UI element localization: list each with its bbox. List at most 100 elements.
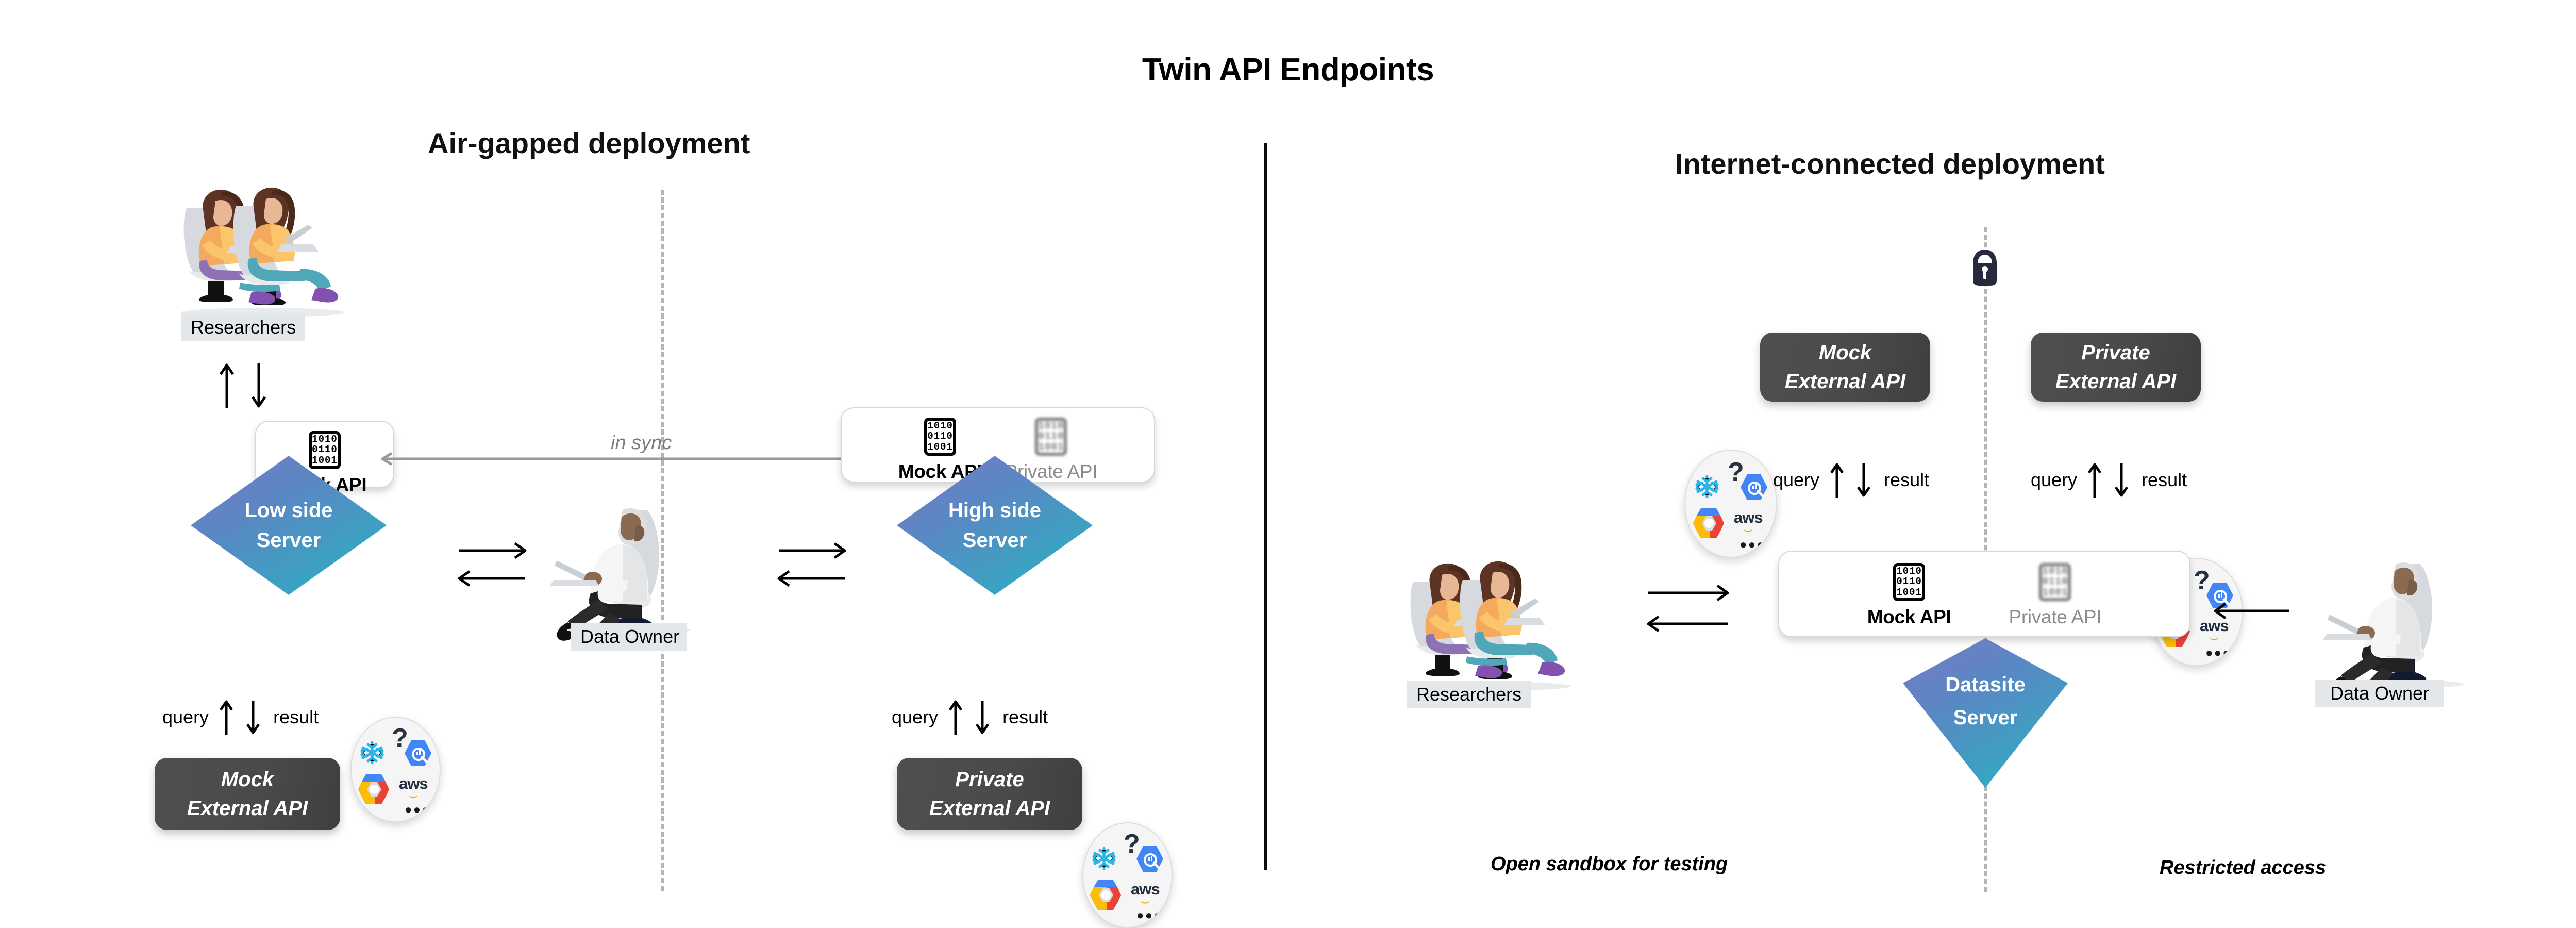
binary-row: 1010	[1896, 565, 1922, 577]
right-private-external-api-pill[interactable]: Private External API	[2031, 333, 2201, 402]
high-side-server-line1: High side	[948, 499, 1042, 522]
low-side-server-line1: Low side	[244, 499, 333, 522]
google-cloud-logo-icon	[1693, 508, 1724, 538]
right-data-owner-label: Data Owner	[2315, 680, 2444, 707]
binary-row: 1001	[2042, 586, 2068, 598]
query-result-arrows-icon	[1830, 463, 1871, 498]
binary-row: 1001	[927, 441, 953, 453]
ellipsis-icon: •••	[1137, 905, 1163, 926]
snowflake-logo-icon	[1092, 847, 1116, 870]
query-result-arrows-icon	[220, 700, 260, 735]
result-label: result	[1884, 469, 1930, 490]
ellipsis-icon: •••	[1740, 534, 1766, 555]
diagram-canvas: Twin API Endpoints Air-gapped deployment…	[0, 0, 2576, 928]
binary-row: 0110	[927, 430, 953, 442]
datasite-api-card[interactable]: 1010 0110 1001 Mock API 1010 0110 1001 P…	[1778, 551, 2190, 637]
aws-logo-icon: aws ⌣	[2200, 618, 2229, 644]
blurred-binary-code-icon: 1010 0110 1001	[2039, 563, 2071, 601]
lock-icon	[1970, 248, 2000, 289]
query-label: query	[1773, 469, 1820, 490]
binary-row: 1010	[927, 420, 953, 432]
right-mock-cloud-providers-circle: ? aws ⌣ •••	[1684, 450, 1777, 558]
query-result-arrows-icon	[949, 700, 990, 735]
binary-row: 1001	[1038, 441, 1064, 453]
right-private-query-result-row: query result	[2031, 461, 2187, 499]
datasite-server-line1: Datasite	[1945, 673, 2026, 696]
right-mock-external-api-pill[interactable]: Mock External API	[1760, 333, 1930, 402]
panel-divider	[1264, 143, 1267, 870]
binary-row: 1001	[1896, 586, 1922, 598]
left-outer-bidirectional-arrows	[776, 536, 848, 593]
page-title: Twin API Endpoints	[1142, 52, 1434, 88]
binary-row: 0110	[2042, 576, 2068, 588]
right-researchers-arrows	[1644, 577, 1732, 639]
binary-row: 1001	[312, 454, 338, 466]
left-inner-bidirectional-arrows	[456, 536, 528, 593]
private-external-api-line2: External API	[2055, 370, 2177, 393]
blurred-binary-code-icon: 1010 0110 1001	[1035, 418, 1067, 456]
left-data-owner-label: Data Owner	[571, 623, 687, 651]
left-private-external-api-pill[interactable]: Private External API	[897, 758, 1082, 830]
query-label: query	[162, 706, 209, 727]
binary-code-icon: 1010 0110 1001	[308, 431, 341, 469]
ellipsis-icon: •••	[2206, 642, 2232, 664]
binary-row: 1010	[2042, 565, 2068, 577]
left-section-title: Air-gapped deployment	[428, 127, 750, 159]
mock-external-api-line2: External API	[187, 797, 308, 820]
result-label: result	[2142, 469, 2187, 490]
query-label: query	[2031, 469, 2078, 490]
binary-row: 0110	[312, 444, 338, 456]
google-cloud-logo-icon	[1090, 880, 1121, 910]
result-label: result	[273, 706, 319, 727]
aws-logo-icon: aws ⌣	[1131, 881, 1160, 908]
query-result-arrows-icon	[2088, 463, 2129, 498]
snowflake-logo-icon	[360, 741, 384, 765]
low-side-server-line2: Server	[256, 529, 321, 552]
binary-code-icon: 1010 0110 1001	[1893, 563, 1926, 601]
left-private-query-result-row: query result	[892, 699, 1048, 736]
researchers-illustration	[181, 187, 344, 317]
left-mock-external-api-pill[interactable]: Mock External API	[155, 758, 340, 830]
datasite-mock-api-slot[interactable]: 1010 0110 1001 Mock API	[1838, 552, 1980, 636]
bigquery-logo-icon	[405, 740, 431, 766]
ellipsis-icon: •••	[405, 799, 431, 820]
result-label: result	[1002, 706, 1048, 727]
caption-open-sandbox: Open sandbox for testing	[1491, 853, 1728, 875]
right-section-title: Internet-connected deployment	[1675, 147, 2105, 180]
right-researchers-label: Researchers	[1407, 681, 1531, 708]
left-mock-query-result-row: query result	[162, 699, 319, 736]
high-side-server-line2: Server	[962, 529, 1027, 552]
datasite-server-line2: Server	[1953, 706, 2018, 729]
private-external-api-line1: Private	[2081, 341, 2150, 364]
private-external-api-line2: External API	[929, 797, 1050, 820]
bigquery-logo-icon	[1136, 846, 1163, 872]
bigquery-logo-icon	[1741, 474, 1767, 500]
google-cloud-logo-icon	[358, 774, 389, 804]
datasite-server-diamond: Datasite Server	[1903, 638, 2068, 788]
mock-external-api-line1: Mock	[1818, 341, 1872, 364]
query-label: query	[892, 706, 939, 727]
in-sync-arrow	[376, 451, 845, 467]
private-external-api-line1: Private	[955, 768, 1024, 791]
binary-row: 0110	[1038, 430, 1064, 442]
binary-row: 1010	[312, 433, 338, 445]
left-private-cloud-providers-circle: ? aws ⌣ •••	[1082, 822, 1173, 928]
snowflake-logo-icon	[1695, 475, 1719, 499]
aws-logo-icon: aws ⌣	[1734, 509, 1763, 536]
mock-external-api-line1: Mock	[221, 768, 274, 791]
datasite-private-api-slot[interactable]: 1010 0110 1001 Private API	[1980, 552, 2131, 636]
datasite-private-api-label: Private API	[2009, 606, 2102, 627]
datasite-mock-api-label: Mock API	[1867, 606, 1951, 627]
left-researchers-label: Researchers	[181, 313, 305, 341]
data-owner-to-datasite-arrow	[2211, 601, 2294, 621]
aws-logo-icon: aws ⌣	[399, 775, 428, 802]
right-mock-query-result-row: query result	[1773, 461, 1929, 499]
mock-external-api-line2: External API	[1784, 370, 1906, 393]
left-researchers-arrows	[211, 361, 278, 410]
binary-code-icon: 1010 0110 1001	[924, 418, 957, 456]
binary-row: 0110	[1896, 576, 1922, 588]
caption-restricted-access: Restricted access	[2160, 857, 2327, 879]
left-mock-cloud-providers-circle: ? aws ⌣ •••	[350, 717, 441, 822]
binary-row: 1010	[1038, 420, 1064, 432]
left-researchers-figure	[170, 186, 366, 335]
